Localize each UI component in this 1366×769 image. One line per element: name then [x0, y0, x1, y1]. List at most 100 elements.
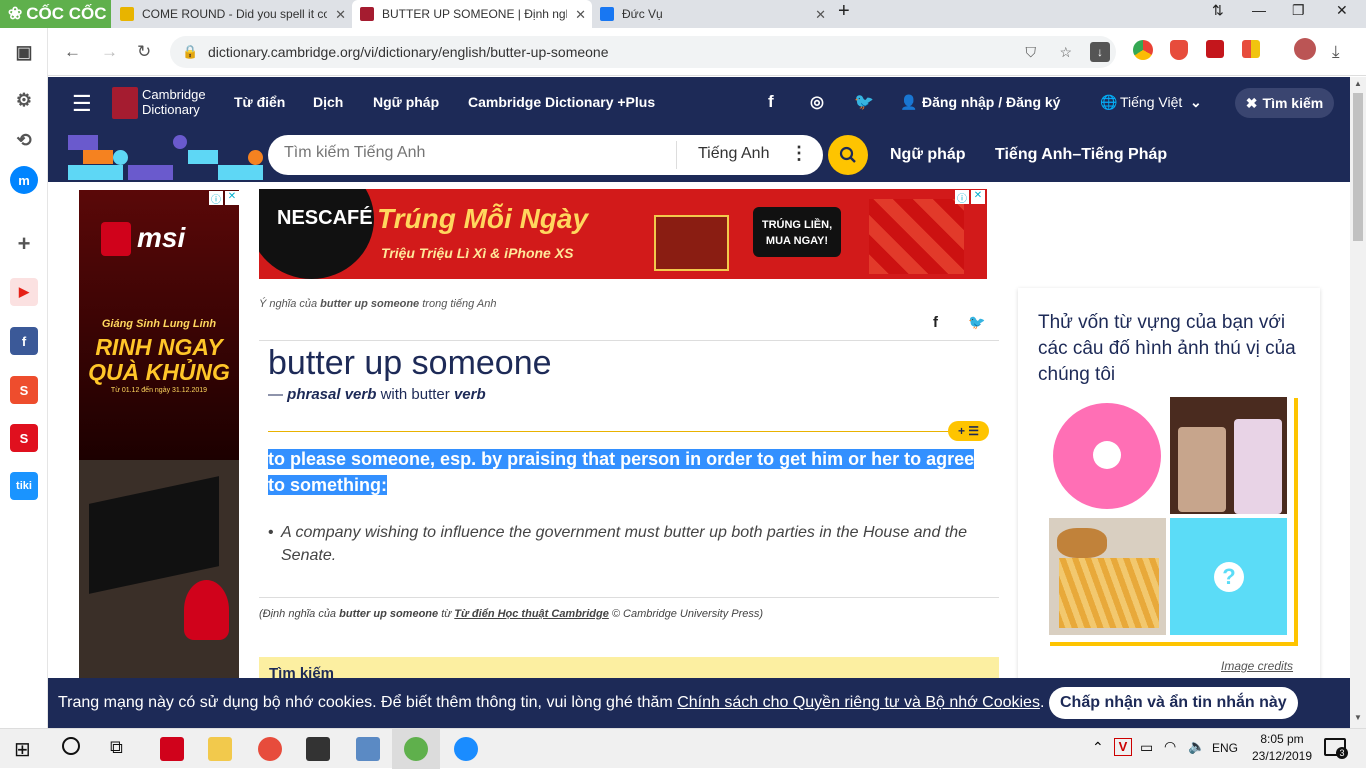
donut-image[interactable]: [1049, 397, 1166, 514]
extension-red-icon[interactable]: [1206, 40, 1224, 58]
clock-time[interactable]: 8:05 pm: [1252, 732, 1312, 746]
source-link[interactable]: Từ điển Học thuật Cambridge: [454, 608, 609, 620]
scroll-up-icon[interactable]: ▲: [1354, 79, 1362, 88]
twitter-share-icon[interactable]: 🐦: [968, 314, 985, 331]
close-window-button[interactable]: ✕: [1336, 2, 1348, 19]
search-input[interactable]: [284, 144, 664, 162]
menu-icon[interactable]: ☰: [72, 91, 92, 117]
pos-verb[interactable]: verb: [454, 386, 486, 403]
maximize-button[interactable]: ❐: [1292, 2, 1305, 19]
unknown-image[interactable]: ?: [1170, 518, 1287, 635]
search-button[interactable]: [828, 135, 868, 175]
search-toggle-button[interactable]: ✖ Tìm kiếm: [1235, 88, 1334, 118]
gear-icon[interactable]: ⚙: [10, 86, 38, 114]
avatar[interactable]: [1294, 38, 1316, 60]
add-icon[interactable]: +: [10, 230, 38, 258]
tab-duc-vu[interactable]: Đức Vụ ✕: [592, 0, 832, 28]
new-tab-button[interactable]: +: [838, 0, 850, 23]
notification-badge: 3: [1336, 747, 1348, 759]
image-credits-link[interactable]: Image credits: [1221, 659, 1293, 673]
panel-icon[interactable]: ▣: [10, 38, 38, 66]
windows-start-icon[interactable]: ⊞: [14, 737, 31, 762]
file-explorer-icon[interactable]: [208, 737, 232, 761]
clock-date[interactable]: 23/12/2019: [1244, 749, 1320, 763]
scrollbar[interactable]: ▲ ▼: [1350, 77, 1366, 728]
zalo-icon[interactable]: [454, 737, 478, 761]
battery-icon[interactable]: ▭: [1140, 739, 1153, 756]
breadcrumb: Ý nghĩa của butter up someone trong tiến…: [259, 298, 496, 310]
app-icon[interactable]: [160, 737, 184, 761]
nav-dictionary[interactable]: Từ điển: [234, 94, 285, 110]
search-icon: [839, 146, 856, 163]
close-icon[interactable]: ✕: [815, 7, 826, 23]
tiki-icon[interactable]: tiki: [10, 472, 38, 500]
cookie-policy-link[interactable]: Chính sách cho Quyền riêng tư và Bộ nhớ …: [677, 694, 1040, 712]
extension-shield-icon[interactable]: [1170, 40, 1188, 60]
nav-english-french[interactable]: Tiếng Anh–Tiếng Pháp: [995, 146, 1167, 164]
search-icon[interactable]: [62, 737, 80, 755]
minimize-button[interactable]: —: [1252, 2, 1266, 18]
youtube-icon[interactable]: ▶: [10, 278, 38, 306]
decor-block: [68, 165, 123, 180]
paint-icon[interactable]: [258, 737, 282, 761]
language-indicator[interactable]: ENG: [1212, 741, 1238, 755]
scrollbar-thumb[interactable]: [1353, 93, 1363, 241]
left-ad[interactable]: ⓘ ✕ msi Giáng Sinh Lung Linh RINH NGAY Q…: [79, 190, 239, 680]
more-vertical-icon[interactable]: ⋮: [790, 143, 808, 164]
tab-butter-up[interactable]: BUTTER UP SOMEONE | Định nghĩ ✕: [352, 0, 592, 28]
add-to-list-button[interactable]: + ☰: [948, 421, 989, 441]
tab-search-icon[interactable]: ⇅: [1212, 2, 1224, 19]
forward-button[interactable]: →: [101, 42, 118, 62]
coccoc-icon[interactable]: [404, 737, 428, 761]
close-icon[interactable]: ✕: [225, 191, 239, 205]
twitter-icon[interactable]: 🐦: [854, 92, 874, 112]
chevron-up-icon[interactable]: ⌃: [1092, 739, 1104, 756]
nav-translate[interactable]: Dịch: [313, 94, 343, 110]
reload-button[interactable]: ↻: [137, 42, 151, 62]
top-ad[interactable]: NESCAFÉ Trúng Mỗi Ngày Triệu Triệu Lì Xì…: [259, 189, 987, 279]
back-button[interactable]: ←: [64, 42, 81, 62]
facebook-share-icon[interactable]: f: [933, 314, 938, 331]
shield-icon[interactable]: ⛉: [1026, 44, 1037, 61]
extension-grid-icon[interactable]: [1242, 40, 1260, 58]
history-icon[interactable]: ⟲: [10, 126, 38, 154]
dictionary-selector[interactable]: Tiếng Anh: [698, 145, 769, 163]
star-icon[interactable]: ☆: [1059, 44, 1072, 61]
facebook-icon[interactable]: f: [10, 327, 38, 355]
nav-grammar-secondary[interactable]: Ngữ pháp: [890, 146, 966, 164]
site-logo[interactable]: Cambridge Dictionary: [142, 87, 206, 117]
sendo-icon[interactable]: S: [10, 424, 38, 452]
tab-come-round[interactable]: COME ROUND - Did you spell it co ✕: [112, 0, 352, 28]
nav-plus[interactable]: Cambridge Dictionary +Plus: [468, 94, 655, 110]
nav-grammar[interactable]: Ngữ pháp: [373, 94, 439, 110]
downloads-icon[interactable]: ⤓: [1332, 42, 1340, 62]
quiz-grid[interactable]: ?: [1044, 392, 1294, 642]
accept-cookies-button[interactable]: Chấp nhận và ẩn tin nhắn này: [1049, 687, 1298, 719]
adchoices-icon[interactable]: ⓘ: [209, 191, 223, 206]
adchoices-icon[interactable]: ⓘ: [955, 190, 969, 205]
tray-app-icon[interactable]: V: [1114, 738, 1132, 756]
instagram-icon[interactable]: ◎: [810, 92, 824, 112]
language-selector[interactable]: Tiếng Việt: [1120, 94, 1182, 110]
volume-icon[interactable]: 🔈: [1188, 738, 1205, 755]
extension-chrome-icon[interactable]: [1133, 40, 1153, 60]
address-bar[interactable]: 🔒 dictionary.cambridge.org/vi/dictionary…: [170, 36, 1116, 68]
task-view-icon[interactable]: ⧉: [110, 737, 123, 758]
sticky-notes-icon[interactable]: [306, 737, 330, 761]
tab-favicon-icon: [360, 7, 374, 21]
close-icon[interactable]: ✕: [335, 7, 346, 23]
wifi-icon[interactable]: ◠: [1164, 738, 1176, 755]
milkshake-image[interactable]: [1170, 397, 1287, 514]
scroll-down-icon[interactable]: ▼: [1354, 713, 1362, 722]
pos-label[interactable]: phrasal verb: [287, 386, 376, 403]
browser-logo[interactable]: ❀ CỐC CỐC: [0, 0, 111, 28]
messenger-icon[interactable]: m: [10, 166, 38, 194]
close-icon[interactable]: ✕: [971, 190, 985, 204]
download-icon[interactable]: ↓: [1090, 42, 1110, 62]
close-icon[interactable]: ✕: [575, 7, 586, 23]
facebook-icon[interactable]: f: [768, 92, 774, 112]
login-link[interactable]: Đăng nhập / Đăng ký: [922, 94, 1060, 110]
app-icon[interactable]: [356, 737, 380, 761]
fish-chips-image[interactable]: [1049, 518, 1166, 635]
shopee-icon[interactable]: S: [10, 376, 38, 404]
